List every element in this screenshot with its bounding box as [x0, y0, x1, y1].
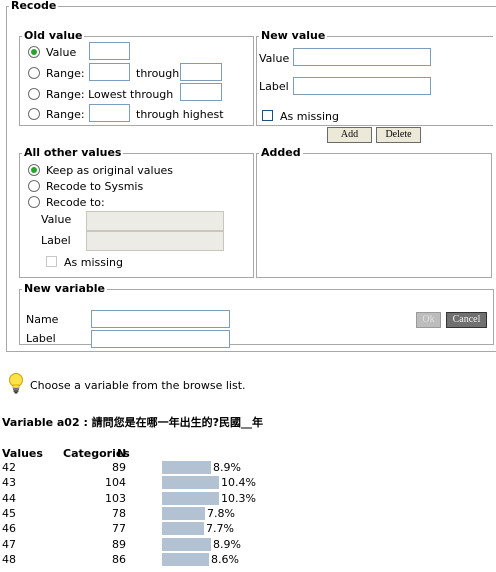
row-percent: 7.8% — [207, 507, 235, 520]
range-to-input[interactable] — [180, 63, 222, 81]
row-bar — [162, 492, 219, 505]
row-value: 45 — [2, 507, 16, 520]
hint-text: Choose a variable from the browse list. — [30, 379, 246, 392]
range-highest-prefix: Range: — [46, 108, 85, 121]
old-value-legend: Old value — [24, 29, 83, 42]
new-value-label: Value — [259, 52, 290, 65]
row-count: 77 — [112, 522, 126, 535]
row-count: 103 — [105, 492, 126, 505]
new-variable-name-label: Name — [26, 313, 59, 326]
range-highest-input[interactable] — [89, 104, 130, 122]
value-radio-label: Value — [46, 46, 77, 59]
recode-sysmis-label: Recode to Sysmis — [46, 180, 144, 193]
cancel-button[interactable]: Cancel — [446, 312, 487, 328]
recode-to-value-label: Value — [41, 213, 72, 226]
value-radio[interactable] — [28, 46, 40, 58]
row-count: 78 — [112, 507, 126, 520]
range-highest-radio[interactable] — [28, 108, 40, 120]
variable-title: Variable a02 : 請問您是在哪一年出生的?民國__年 — [2, 416, 264, 429]
all-other-values-legend: All other values — [24, 146, 122, 159]
range-through-label: through — [136, 67, 180, 80]
range-lowest-label: Range: Lowest through — [46, 88, 174, 101]
add-button[interactable]: Add — [327, 127, 372, 143]
row-percent: 10.4% — [221, 476, 256, 489]
row-value: 44 — [2, 492, 16, 505]
recode-to-radio[interactable] — [28, 196, 40, 208]
row-bar — [162, 538, 211, 551]
n-header: N — [117, 447, 127, 460]
recode-to-label-input[interactable] — [86, 231, 224, 251]
row-value: 43 — [2, 476, 16, 489]
new-value-legend: New value — [261, 29, 326, 42]
lightbulb-icon — [8, 373, 24, 395]
row-value: 42 — [2, 461, 16, 474]
range-from-input[interactable] — [89, 63, 130, 81]
values-header: Values — [2, 447, 43, 460]
row-percent: 7.7% — [206, 522, 234, 535]
row-bar — [162, 553, 209, 566]
new-variable-label-input[interactable] — [91, 330, 230, 348]
row-bar — [162, 507, 205, 520]
row-bar — [162, 522, 204, 535]
row-count: 89 — [112, 461, 126, 474]
new-value-missing-label: As missing — [280, 110, 339, 123]
row-percent: 8.9% — [213, 461, 241, 474]
range-radio[interactable] — [28, 67, 40, 79]
ok-button[interactable]: Ok — [416, 312, 441, 328]
row-bar — [162, 476, 219, 489]
new-variable-legend: New variable — [24, 282, 105, 295]
row-percent: 10.3% — [221, 492, 256, 505]
old-value-input[interactable] — [89, 42, 130, 60]
keep-original-label: Keep as original values — [46, 164, 174, 177]
recode-to-label-label: Label — [41, 234, 71, 247]
recode-sysmis-radio[interactable] — [28, 180, 40, 192]
new-label-input[interactable] — [293, 77, 431, 95]
new-label-label: Label — [259, 80, 289, 93]
keep-original-radio[interactable] — [28, 164, 40, 176]
new-variable-label-label: Label — [26, 332, 56, 345]
added-group: Added — [256, 147, 492, 278]
row-bar — [162, 461, 211, 474]
recode-to-label: Recode to: — [46, 196, 105, 209]
row-percent: 8.6% — [211, 553, 239, 566]
range-radio-label: Range: — [46, 67, 85, 80]
range-highest-label: through highest — [136, 108, 224, 121]
recode-to-missing-checkbox[interactable] — [46, 256, 57, 267]
row-count: 104 — [105, 476, 126, 489]
new-value-input[interactable] — [293, 48, 431, 66]
row-count: 89 — [112, 538, 126, 551]
delete-button[interactable]: Delete — [376, 127, 421, 143]
range-lowest-radio[interactable] — [28, 88, 40, 100]
recode-to-value-input[interactable] — [86, 211, 224, 231]
new-value-missing-checkbox[interactable] — [262, 110, 273, 121]
range-lowest-input[interactable] — [180, 83, 222, 101]
row-value: 48 — [2, 553, 16, 566]
recode-to-missing-label: As missing — [64, 256, 123, 269]
row-percent: 8.9% — [213, 538, 241, 551]
row-value: 47 — [2, 538, 16, 551]
recode-legend: Recode — [11, 0, 57, 12]
row-count: 86 — [112, 553, 126, 566]
row-value: 46 — [2, 522, 16, 535]
added-legend: Added — [261, 146, 301, 159]
new-variable-name-input[interactable] — [91, 310, 230, 328]
